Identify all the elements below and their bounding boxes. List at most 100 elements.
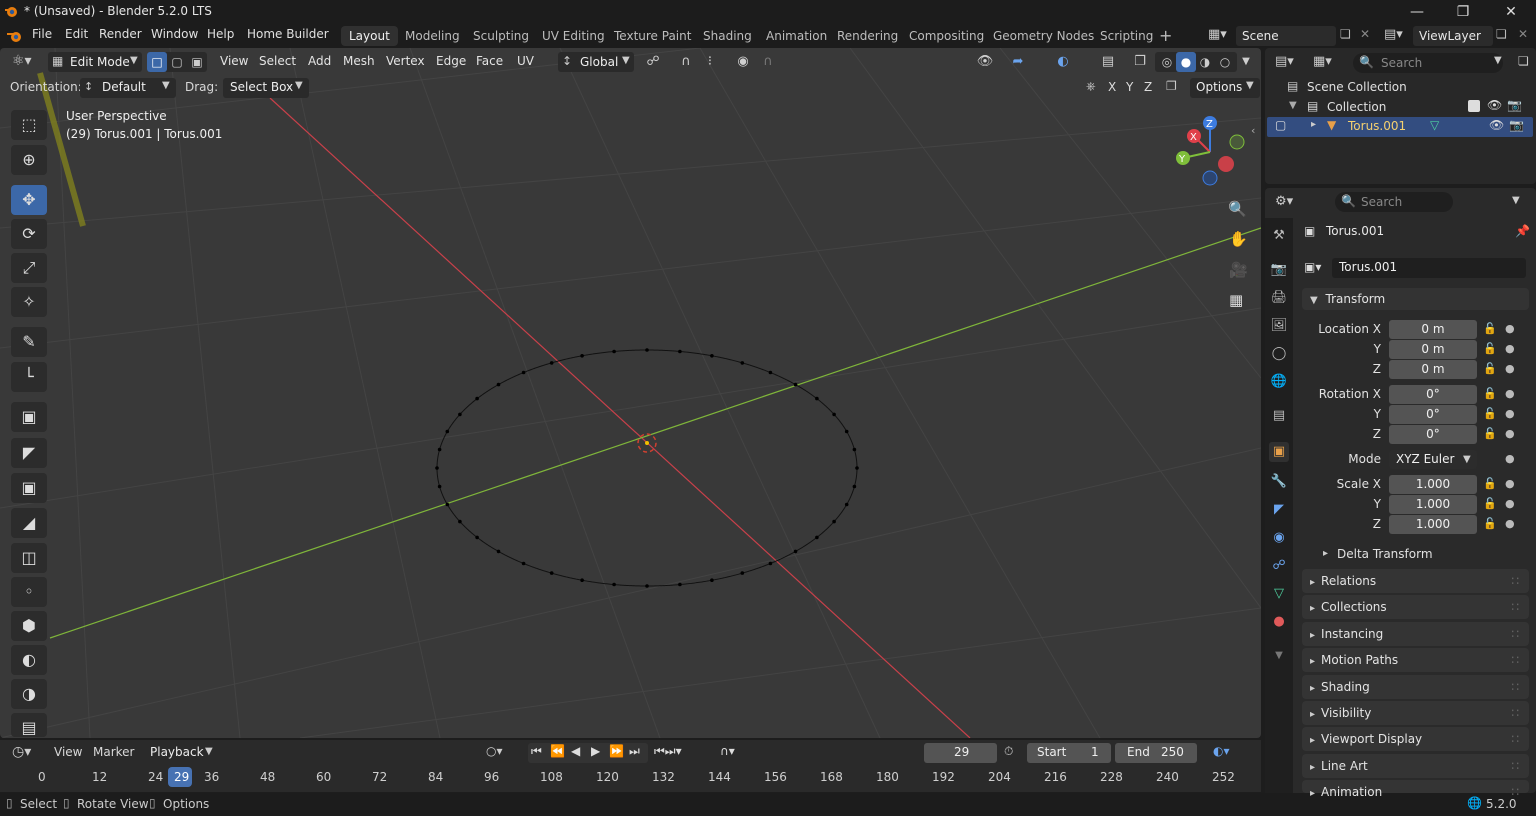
panel-instancing[interactable]: ▸ Instancing ∷ <box>1302 622 1529 646</box>
vp-menu-edge[interactable]: Edge <box>436 54 466 68</box>
tab-rendering[interactable]: Rendering <box>829 26 906 46</box>
keyframe-prev-next-icon[interactable]: ⏮⏭▾ <box>654 744 682 759</box>
solid-shading-icon[interactable]: ● <box>1176 52 1196 72</box>
mesh-vertex[interactable] <box>844 429 849 434</box>
next-keyframe-icon[interactable]: ⏩ <box>609 744 624 758</box>
more-tabs-chevron-icon[interactable]: ▼ <box>1269 646 1289 666</box>
delete-view-layer-icon[interactable]: ✕ <box>1518 27 1528 41</box>
cursor-tool[interactable]: ⊕ <box>11 145 47 175</box>
mesh-vertex[interactable] <box>612 582 616 587</box>
unlock-icon[interactable]: 🔓 <box>1483 362 1497 375</box>
properties-editor-type-icon[interactable]: ⚙▾ <box>1275 194 1293 209</box>
collection-tab-icon[interactable]: ▤ <box>1269 406 1289 426</box>
edge-select-icon[interactable]: ▢ <box>167 52 187 72</box>
drag-handle-icon[interactable]: ∷ <box>1511 648 1519 672</box>
drag-handle-icon[interactable]: ∷ <box>1511 569 1519 593</box>
material-tab-icon[interactable]: ● <box>1269 612 1289 632</box>
mesh-vertex[interactable] <box>855 466 859 470</box>
scale-y-field[interactable]: 1.000 <box>1389 495 1477 514</box>
tab-layout[interactable]: Layout <box>341 26 398 46</box>
options-dropdown[interactable]: Options ▼ <box>1190 78 1260 98</box>
keyframe-dot-icon[interactable]: ● <box>1505 322 1515 335</box>
tool-tab-icon[interactable]: ⚒ <box>1269 226 1289 246</box>
spin-tool[interactable]: ◐ <box>11 645 47 675</box>
knife-tool[interactable]: ◦ <box>11 577 47 607</box>
panel-animation[interactable]: ▸ Animation ∷ <box>1302 780 1529 799</box>
mesh-vertex[interactable] <box>612 349 616 354</box>
keyframe-dot-icon[interactable]: ● <box>1505 477 1515 490</box>
keyframe-dot-icon[interactable]: ● <box>1505 362 1515 375</box>
unlock-icon[interactable]: 🔓 <box>1483 322 1497 335</box>
mesh-vertex[interactable] <box>740 361 745 365</box>
outliner-editor-type-icon[interactable]: ▤▾ <box>1275 54 1294 69</box>
vp-menu-face[interactable]: Face <box>476 54 503 68</box>
render-tab-icon[interactable]: 📷 <box>1269 260 1289 280</box>
mesh-vertex[interactable] <box>549 361 554 365</box>
panel-line-art[interactable]: ▸ Line Art ∷ <box>1302 754 1529 778</box>
timeline-menu-view[interactable]: View <box>54 745 82 759</box>
add-workspace-icon[interactable]: + <box>1159 26 1172 45</box>
mirror-x-toggle[interactable]: X <box>1108 80 1116 94</box>
mesh-vertex[interactable] <box>710 578 714 582</box>
view-layer-tab-icon[interactable]: 🖼 <box>1269 316 1289 336</box>
drag-handle-icon[interactable]: ∷ <box>1511 675 1519 699</box>
mesh-vertex[interactable] <box>793 382 798 387</box>
mesh-vertex[interactable] <box>549 571 554 575</box>
mesh-vertex[interactable] <box>793 549 798 554</box>
blender-menu-icon[interactable] <box>6 29 22 43</box>
scene-tab-icon[interactable]: ◯ <box>1269 344 1289 364</box>
mesh-vertex[interactable] <box>710 354 714 358</box>
annotate-tool[interactable]: ✎ <box>11 327 47 357</box>
mesh-vertex[interactable] <box>458 412 462 417</box>
options-chevron-icon[interactable]: ▼ <box>1512 195 1520 206</box>
close-icon[interactable]: ✕ <box>1496 2 1526 22</box>
drag-selector[interactable]: Select Box ▼ <box>223 78 309 98</box>
mesh-vertex[interactable] <box>852 447 857 452</box>
mirror-y-toggle[interactable]: Y <box>1126 80 1133 94</box>
rendered-shading-icon[interactable]: ○ <box>1215 52 1235 72</box>
jump-end-icon[interactable]: ⏭ <box>629 744 640 759</box>
collection-render-camera-icon[interactable]: 📷 <box>1507 98 1522 112</box>
mesh-vertex[interactable] <box>832 519 836 524</box>
play-icon[interactable]: ▶ <box>591 744 600 758</box>
outliner-search-input[interactable]: 🔍 Search <box>1353 53 1503 73</box>
scale-tool[interactable]: ⤢ <box>11 253 47 283</box>
mesh-vertex[interactable] <box>678 582 682 587</box>
shading-options-chevron-icon[interactable]: ▼ <box>1236 52 1256 72</box>
collection-checkbox[interactable] <box>1468 100 1480 112</box>
transform-panel-header[interactable]: ▼ Transform <box>1302 288 1529 310</box>
rotation-y-field[interactable]: 0° <box>1389 405 1477 424</box>
gizmo-toggle-icon[interactable]: ➦ <box>1008 52 1028 72</box>
mesh-vertex[interactable] <box>496 382 501 387</box>
drag-handle-icon[interactable]: ∷ <box>1511 780 1519 804</box>
tab-texture-paint[interactable]: Texture Paint <box>606 26 699 46</box>
move-tool[interactable]: ✥ <box>11 185 47 215</box>
mesh-vertex[interactable] <box>580 578 584 582</box>
vp-menu-add[interactable]: Add <box>308 54 331 68</box>
pivot-point-icon[interactable]: ☍ <box>643 52 663 72</box>
particles-tab-icon[interactable]: ◤ <box>1269 500 1289 520</box>
mesh-edit-overlay-icon[interactable]: ▤ <box>1098 52 1118 72</box>
collection-label[interactable]: Collection <box>1327 100 1386 114</box>
panel-viewport-display[interactable]: ▸ Viewport Display ∷ <box>1302 727 1529 751</box>
mode-selector[interactable]: ▦ Edit Mode ▼ <box>48 52 142 72</box>
expand-chevron-icon[interactable]: ▸ <box>1311 119 1316 130</box>
bevel-tool[interactable]: ◢ <box>11 508 47 538</box>
tab-shading[interactable]: Shading <box>695 26 760 46</box>
minimize-icon[interactable]: — <box>1402 2 1432 22</box>
vp-menu-view[interactable]: View <box>220 54 248 68</box>
modifiers-tab-icon[interactable]: 🔧 <box>1269 472 1289 492</box>
object-render-camera-icon[interactable]: 📷 <box>1509 118 1524 132</box>
mesh-vertex[interactable] <box>496 549 501 554</box>
mesh-vertex[interactable] <box>844 502 849 507</box>
pin-icon[interactable]: 📌 <box>1515 224 1530 238</box>
camera-view-icon[interactable]: 🎥 <box>1229 261 1248 279</box>
data-tab-icon[interactable]: ▽ <box>1269 584 1289 604</box>
vp-menu-select[interactable]: Select <box>259 54 296 68</box>
keyframe-dot-icon[interactable]: ● <box>1505 427 1515 440</box>
new-scene-icon[interactable]: ❏ <box>1340 27 1351 41</box>
add-cube-tool[interactable]: ▣ <box>11 402 47 432</box>
timeline-menu-marker[interactable]: Marker <box>93 745 134 759</box>
maximize-icon[interactable]: ❐ <box>1448 2 1478 22</box>
location-y-field[interactable]: 0 m <box>1389 340 1477 359</box>
